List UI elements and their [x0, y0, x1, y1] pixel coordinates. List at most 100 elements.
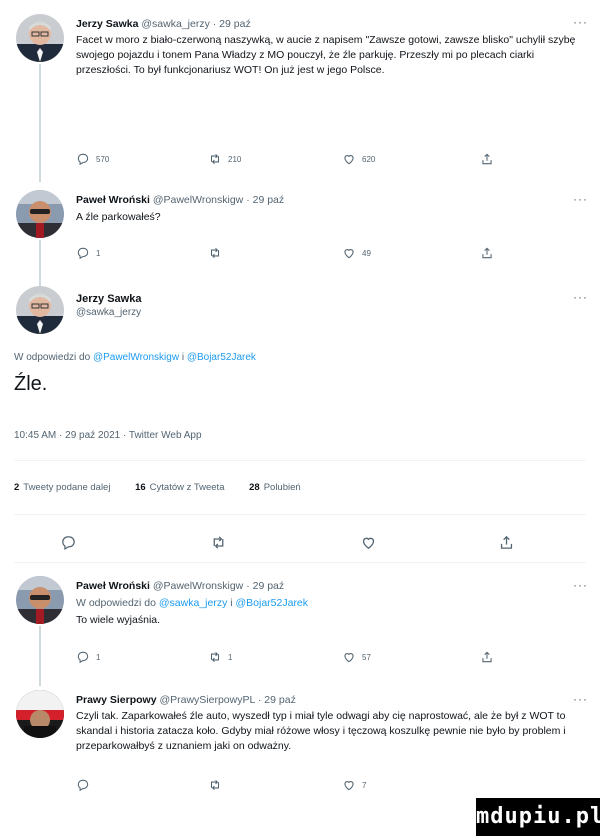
avatar-jerzy-sawka[interactable] [16, 14, 64, 62]
more-options-icon[interactable]: ··· [573, 692, 588, 706]
username[interactable]: @sawka_jerzy [76, 306, 141, 320]
username[interactable]: @PawelWronskigw [153, 580, 243, 592]
share-button[interactable] [480, 650, 494, 664]
retweet-count: 210 [228, 154, 242, 164]
like-icon [344, 249, 354, 259]
reply-button[interactable] [60, 534, 77, 551]
tweet-time[interactable]: · 29 paź [246, 194, 284, 206]
retweet-button[interactable]: 1 [208, 650, 232, 664]
thread-connector [39, 240, 41, 286]
share-icon [482, 247, 492, 259]
main-tweet-text: Źle. [14, 373, 48, 395]
reply-separator: i [227, 597, 236, 609]
like-button[interactable]: 49 [342, 246, 371, 260]
username[interactable]: @PrawySierpowyPL [159, 694, 254, 706]
tweet-text: To wiele wyjaśnia. [76, 614, 161, 626]
like-icon [344, 653, 354, 663]
share-button[interactable] [480, 246, 494, 260]
tweet-actions: 1 1 57 [76, 650, 496, 666]
tweet-time[interactable]: · 29 paź [213, 18, 251, 30]
reply-prefix: W odpowiedzi do [76, 597, 159, 609]
tweet-jerzy-sawka-original[interactable]: Jerzy Sawka @sawka_jerzy · 29 paź ··· Fa… [0, 0, 600, 182]
retweet-count: 1 [228, 652, 233, 662]
reply-button[interactable]: 1 [76, 650, 100, 664]
divider [14, 460, 586, 461]
avatar-jerzy-sawka[interactable] [16, 286, 64, 334]
tweet-time[interactable]: · 29 paź [246, 580, 284, 592]
divider [14, 514, 586, 515]
stat-quotes[interactable]: 16 Cytatów z Tweeta [135, 482, 224, 493]
replying-to: W odpowiedzi do @sawka_jerzy i @Bojar52J… [76, 596, 578, 611]
display-name[interactable]: Jerzy Sawka [76, 18, 138, 30]
more-options-icon[interactable]: ··· [573, 290, 588, 304]
thread-connector [39, 64, 41, 182]
display-name[interactable]: Jerzy Sawka [76, 292, 141, 306]
tweet-header: Prawy Sierpowy @PrawySierpowyPL · 29 paź [76, 693, 296, 707]
reply-button[interactable] [76, 778, 90, 792]
main-tweet-header: Jerzy Sawka @sawka_jerzy [76, 292, 141, 320]
stat-count: 2 [14, 482, 20, 493]
tweet-time[interactable]: · 29 paź [258, 694, 296, 706]
engagement-stats: 2 Tweety podane dalej 16 Cytatów z Tweeta … [14, 482, 323, 493]
retweet-button[interactable] [208, 246, 222, 260]
like-button[interactable]: 57 [342, 650, 371, 664]
reply-prefix: W odpowiedzi do [14, 352, 93, 363]
reply-count: 1 [96, 652, 101, 662]
stat-label: Cytatów z Tweeta [149, 482, 225, 493]
display-name[interactable]: Paweł Wroński [76, 194, 150, 206]
stat-likes[interactable]: 28 Polubień [249, 482, 301, 493]
more-options-icon[interactable]: ··· [573, 15, 588, 29]
reply-icon [62, 536, 75, 551]
display-name[interactable]: Paweł Wroński [76, 580, 150, 592]
share-button[interactable] [480, 152, 494, 166]
retweet-button[interactable]: 210 [208, 152, 241, 166]
display-name[interactable]: Prawy Sierpowy [76, 694, 157, 706]
mention-link[interactable]: @PawelWronskigw [93, 352, 179, 363]
retweet-button[interactable] [208, 778, 222, 792]
reply-icon [77, 153, 89, 166]
retweet-button[interactable] [210, 534, 227, 551]
tweet-actions: 1 49 [76, 246, 496, 262]
like-count: 49 [362, 248, 371, 258]
reply-count: 570 [96, 154, 110, 164]
share-icon [482, 651, 492, 663]
tweet-text: Czyli tak. Zaparkowałeś źle auto, wyszed… [76, 710, 566, 752]
share-button[interactable] [498, 534, 515, 551]
avatar-pawel-wronski[interactable] [16, 576, 64, 624]
main-tweet-actions [14, 534, 574, 552]
tweet-header: Paweł Wroński @PawelWronskigw · 29 paź [76, 193, 284, 207]
reply-icon [77, 651, 89, 664]
like-button[interactable]: 620 [342, 152, 375, 166]
reply-icon [77, 247, 89, 260]
tweet-text: Facet w moro z biało-czerwoną naszywką, … [76, 34, 576, 76]
like-icon [344, 155, 354, 165]
tweet-actions: 7 [76, 778, 496, 794]
reply-icon [77, 779, 89, 792]
avatar-prawy-sierpowy[interactable] [16, 690, 64, 738]
username[interactable]: @sawka_jerzy [141, 18, 209, 30]
tweet-header: Paweł Wroński @PawelWronskigw · 29 paź [76, 579, 284, 593]
tweet-pawel-wronski-reply[interactable]: Paweł Wroński @PawelWronskigw · 29 paź ·… [0, 182, 600, 286]
tweet-text: A źle parkowałeś? [76, 211, 161, 223]
tweet-pawel-wronski-followup[interactable]: Paweł Wroński @PawelWronskigw · 29 paź ·… [0, 570, 600, 686]
reply-count: 1 [96, 248, 101, 258]
like-button[interactable]: 7 [342, 778, 366, 792]
retweet-icon [213, 536, 224, 549]
reply-button[interactable]: 1 [76, 246, 100, 260]
mention-link[interactable]: @Bojar52Jarek [236, 597, 309, 609]
watermark-logo: mdupiu.pl [476, 798, 600, 836]
thread-connector [39, 626, 41, 686]
retweet-icon [210, 779, 220, 791]
divider [14, 562, 586, 563]
retweet-icon [210, 651, 220, 663]
more-options-icon[interactable]: ··· [573, 192, 588, 206]
mention-link[interactable]: @sawka_jerzy [159, 597, 227, 609]
mention-link[interactable]: @Bojar52Jarek [187, 352, 256, 363]
username[interactable]: @PawelWronskigw [153, 194, 243, 206]
reply-button[interactable]: 570 [76, 152, 109, 166]
stat-retweets[interactable]: 2 Tweety podane dalej [14, 482, 110, 493]
tweet-timestamp[interactable]: 10:45 AM · 29 paź 2021 · Twitter Web App [14, 430, 202, 441]
like-button[interactable] [360, 534, 377, 551]
avatar-pawel-wronski[interactable] [16, 190, 64, 238]
more-options-icon[interactable]: ··· [573, 578, 588, 592]
